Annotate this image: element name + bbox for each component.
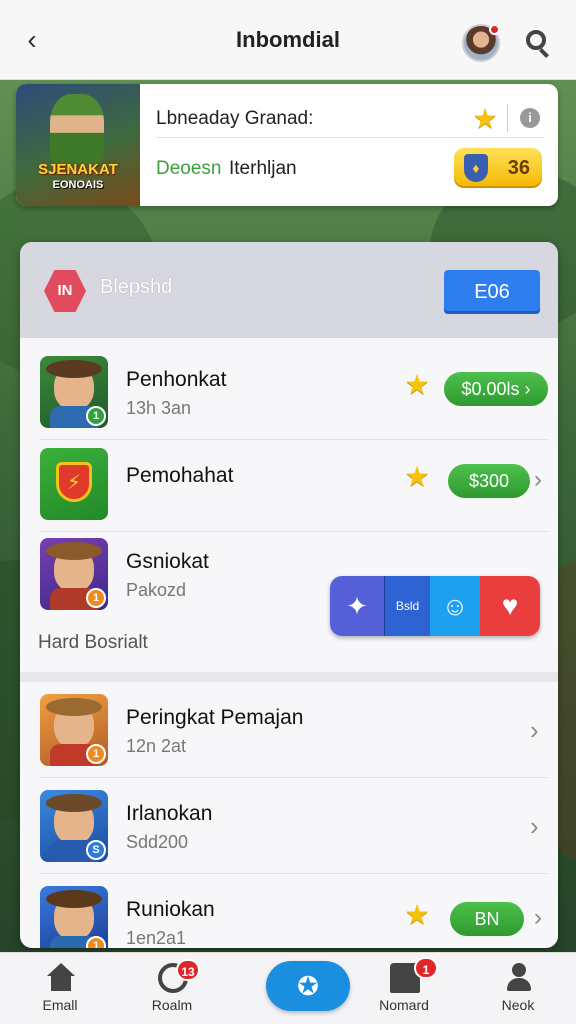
panel-action-button[interactable]: E06 xyxy=(444,270,540,314)
price-pill-button[interactable]: $0.00ls › xyxy=(444,372,548,406)
avatar[interactable] xyxy=(462,24,500,62)
chevron-right-icon[interactable]: › xyxy=(530,813,544,839)
section-divider xyxy=(20,672,558,682)
featured-game-card[interactable]: SJENAKAT EONOAIS Lbneaday Granad: ★ i De… xyxy=(16,84,558,206)
list-item-title: Penhonkat xyxy=(126,368,227,391)
notification-badge: 1 xyxy=(414,957,438,979)
list-item-subtitle: Pakozd xyxy=(126,580,187,600)
list-item-title: Irlanokan xyxy=(126,802,213,825)
list-item-title: Pemohahat xyxy=(126,464,234,487)
character-icon[interactable]: ☺ xyxy=(430,576,480,636)
page-title: Inbomdial xyxy=(236,26,340,52)
game-logo-title: SJENAKAT xyxy=(38,161,118,178)
rank-badge: 1 xyxy=(86,744,106,764)
info-icon[interactable]: i xyxy=(520,108,540,128)
panel-header: IN Blepshd E06 xyxy=(20,242,558,338)
section-heading: Hard Bosrialt xyxy=(38,632,148,653)
chevron-right-icon[interactable]: › xyxy=(534,468,548,492)
list-item[interactable]: 1 Peringkat Pemajan 12n 2at › xyxy=(40,684,548,778)
search-icon[interactable] xyxy=(520,26,554,60)
star-icon[interactable]: ★ xyxy=(404,463,430,491)
list-item-subtitle: Sdd200 xyxy=(126,832,189,852)
list-item-subtitle: 13h 3an xyxy=(126,398,192,418)
hero-character-image xyxy=(50,94,104,164)
game-cover-art: SJENAKAT EONOAIS xyxy=(16,84,140,206)
build-button[interactable]: Bsld xyxy=(384,576,430,636)
featured-label: Lbneaday Granad: xyxy=(156,108,314,129)
coin-count: 36 xyxy=(507,157,530,179)
nav-label: Roalm xyxy=(151,997,193,1013)
coin-counter-button[interactable]: ♦ 36 xyxy=(454,148,542,188)
hexagon-badge-icon: IN xyxy=(44,270,86,312)
rank-badge: 1 xyxy=(86,406,106,426)
rank-badge: 1 xyxy=(86,588,106,608)
play-button[interactable]: ✪ xyxy=(266,961,350,1011)
player-avatar: 1 xyxy=(40,538,108,610)
player-avatar: 1 xyxy=(40,886,108,948)
featured-row-primary: Lbneaday Granad: ★ i xyxy=(156,98,544,138)
wand-icon[interactable]: ✦ xyxy=(330,576,384,636)
nav-item-profile[interactable]: Neok xyxy=(472,953,564,1024)
nav-item-nomard[interactable]: 1 Nomard xyxy=(358,953,450,1024)
notification-dot xyxy=(489,24,500,35)
player-avatar: 1 xyxy=(40,694,108,766)
top-bar: ‹ Inbomdial xyxy=(0,0,576,80)
clan-emblem-icon: ⚡ xyxy=(40,448,108,520)
divider xyxy=(507,104,508,132)
status-pill-button[interactable]: BN xyxy=(450,902,524,936)
leaderboard-panel: IN Blepshd E06 1 Penhonkat 13h 3an ★ $0.… xyxy=(20,242,558,948)
shield-icon: ♦ xyxy=(464,154,488,182)
featured-status-label: Iterhljan xyxy=(229,158,297,179)
list-item-subtitle: 12n 2at xyxy=(126,736,187,756)
heart-icon[interactable]: ♥ xyxy=(480,576,540,636)
featured-row-secondary: Deoesn Iterhljan ♦ 36 xyxy=(156,146,544,190)
nav-label: Emall xyxy=(42,997,78,1013)
nav-label: Neok xyxy=(501,997,535,1013)
star-icon[interactable]: ★ xyxy=(404,901,430,929)
list-item-title: Runiokan xyxy=(126,898,215,921)
notification-badge: 13 xyxy=(176,959,200,981)
chevron-right-icon[interactable]: › xyxy=(534,906,548,930)
game-logo-subtitle: EONOAIS xyxy=(52,179,104,191)
person-icon xyxy=(504,963,534,993)
nav-label: Nomard xyxy=(379,997,429,1013)
panel-title: Blepshd xyxy=(100,276,173,298)
rank-badge: S xyxy=(86,840,106,860)
star-icon[interactable]: ★ xyxy=(404,371,430,399)
chevron-right-icon[interactable]: › xyxy=(530,717,544,743)
nav-item-realm[interactable]: 13 Roalm xyxy=(126,953,218,1024)
nav-item-home[interactable]: Emall xyxy=(14,953,106,1024)
back-arrow-icon[interactable]: ‹ xyxy=(16,24,48,56)
list-item-title: Gsniokat xyxy=(126,550,209,573)
star-icon[interactable]: ★ xyxy=(472,105,498,133)
featured-status-green: Deoesn xyxy=(156,158,222,179)
price-pill-button[interactable]: $300 xyxy=(448,464,530,498)
list-item[interactable]: 1 Runiokan 1en2a1 ★ BN › xyxy=(40,876,548,948)
list-item[interactable]: 1 Penhonkat 13h 3an ★ $0.00ls › xyxy=(40,346,548,440)
list-item-title: Peringkat Pemajan xyxy=(126,706,304,729)
rank-badge: 1 xyxy=(86,936,106,948)
bottom-navigation: Emall 13 Roalm ✪ 1 Nomard Neok xyxy=(0,952,576,1024)
home-icon xyxy=(46,963,76,993)
list-item-subtitle: 1en2a1 xyxy=(126,928,187,948)
player-avatar: 1 xyxy=(40,356,108,428)
action-button-group[interactable]: ✦ Bsld ☺ ♥ xyxy=(330,576,540,636)
player-avatar: S xyxy=(40,790,108,862)
list-item[interactable]: ⚡ Pemohahat ★ $300 › xyxy=(40,438,548,532)
list-item[interactable]: S Irlanokan Sdd200 › xyxy=(40,780,548,874)
